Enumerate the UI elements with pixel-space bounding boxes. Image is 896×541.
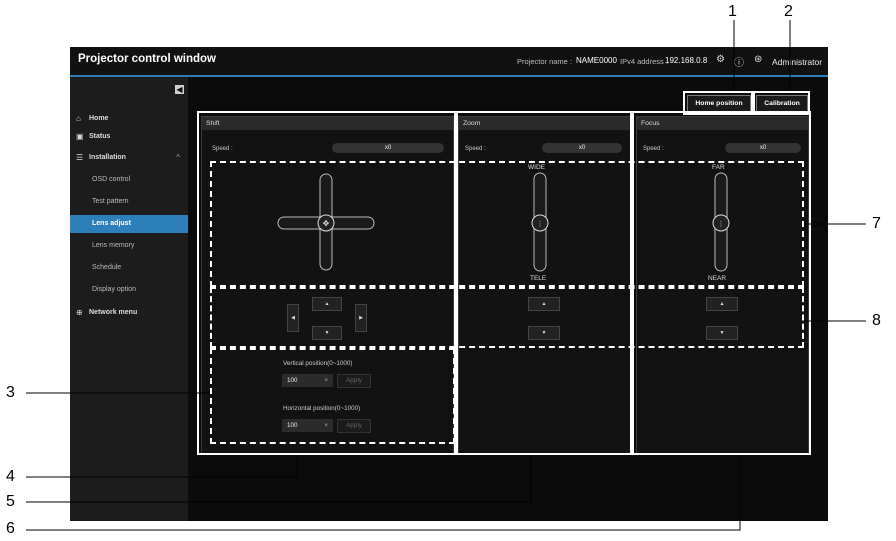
callout-number-4: 4: [6, 468, 15, 485]
callout-number-6: 6: [6, 520, 15, 537]
callout-number-8: 8: [872, 312, 881, 329]
callout-leader-lines: [26, 20, 866, 531]
callout-number-1: 1: [728, 3, 737, 20]
callout-number-5: 5: [6, 493, 15, 510]
callout-number-3: 3: [6, 384, 15, 401]
callout-number-2: 2: [784, 3, 793, 20]
callout-number-7: 7: [872, 215, 881, 232]
